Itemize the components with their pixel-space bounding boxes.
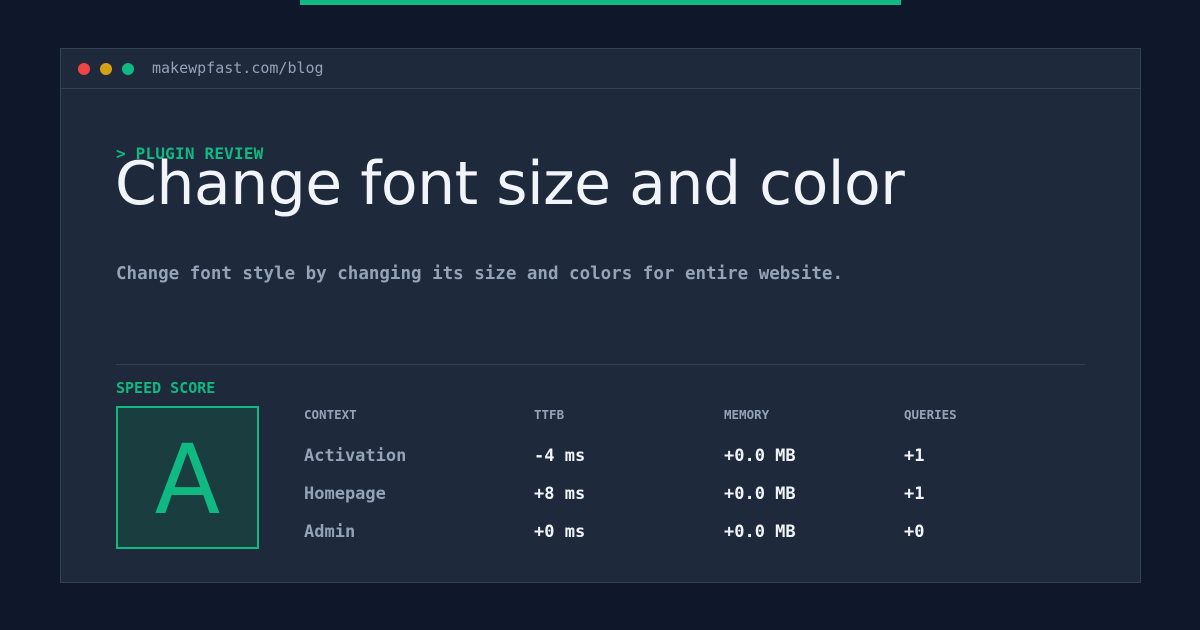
table-row: Activation -4 ms +0.0 MB +1 [304,445,1104,469]
row-context: Admin [304,522,356,542]
row-ttfb: -4 ms [534,446,586,466]
column-header-queries: QUERIES [904,407,957,422]
page-subtitle: Change font style by changing its size a… [116,264,843,284]
row-queries: +1 [904,484,925,504]
table-row: Homepage +8 ms +0.0 MB +1 [304,483,1104,507]
page-title: Change font size and color [115,149,905,219]
close-dot-icon [78,63,90,75]
speed-score-label: SPEED SCORE [116,379,216,397]
maximize-dot-icon [122,63,134,75]
row-context: Activation [304,446,407,466]
speed-grade-letter: A [154,423,221,536]
row-queries: +1 [904,446,925,466]
row-ttfb: +8 ms [534,484,586,504]
row-context: Homepage [304,484,386,504]
row-memory: +0.0 MB [724,522,796,542]
speed-grade-badge: A [116,406,259,549]
table-row: Admin +0 ms +0.0 MB +0 [304,521,1104,545]
og-card: makewpfast.com/blog > PLUGIN REVIEW Chan… [0,0,1200,630]
row-ttfb: +0 ms [534,522,586,542]
column-header-memory: MEMORY [724,407,770,422]
row-queries: +0 [904,522,925,542]
row-memory: +0.0 MB [724,484,796,504]
row-memory: +0.0 MB [724,446,796,466]
minimize-dot-icon [100,63,112,75]
column-header-context: CONTEXT [304,407,357,422]
column-header-ttfb: TTFB [534,407,565,422]
browser-window: makewpfast.com/blog > PLUGIN REVIEW Chan… [60,48,1141,583]
window-titlebar: makewpfast.com/blog [61,49,1140,89]
top-accent-bar [300,0,901,5]
section-divider [116,364,1085,365]
url-text: makewpfast.com/blog [152,59,324,77]
